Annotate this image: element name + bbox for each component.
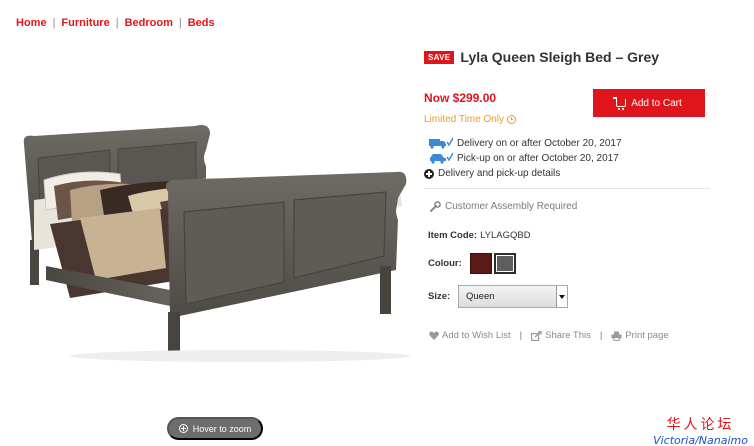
product-title: Lyla Queen Sleigh Bed – Grey <box>460 49 660 65</box>
limited-time-label: Limited Time Only <box>424 114 505 125</box>
sleigh-bed-image <box>23 125 410 362</box>
breadcrumb: Home | Furniture | Bedroom | Beds <box>16 17 215 29</box>
item-code: Item Code: LYLAGQBD <box>428 230 531 241</box>
pickup-info: Pick-up on or after October 20, 2017 <box>429 152 619 164</box>
delivery-info: Delivery on or after October 20, 2017 <box>429 137 622 149</box>
size-select-value: Queen <box>466 291 495 302</box>
watermark-cn-text: 华人论坛 <box>666 417 735 433</box>
cart-icon <box>613 97 627 110</box>
colour-swatch-grey[interactable] <box>494 253 516 274</box>
product-price: Now $299.00 <box>424 91 497 105</box>
product-title-row: SAVE Lyla Queen Sleigh Bed – Grey <box>424 49 659 65</box>
breadcrumb-furniture[interactable]: Furniture <box>61 17 109 29</box>
delivery-truck-icon <box>429 137 453 149</box>
breadcrumb-beds[interactable]: Beds <box>188 17 215 29</box>
breadcrumb-separator: | <box>178 17 182 29</box>
watermark-en-text: Victoria/Nanaimo <box>653 434 748 446</box>
watermark: 华人论坛 Victoria/Nanaimo <box>653 414 748 446</box>
limited-time-notice: Limited Time Only <box>424 114 517 125</box>
hover-to-zoom-button[interactable]: Hover to zoom <box>167 417 263 440</box>
item-code-label: Item Code: <box>428 230 478 241</box>
share-this-link[interactable]: Share This <box>531 330 591 341</box>
print-page-link[interactable]: Print page <box>611 330 669 341</box>
add-to-wish-list-link[interactable]: Add to Wish List <box>429 330 511 341</box>
breadcrumb-separator: | <box>52 17 56 29</box>
hover-to-zoom-label: Hover to zoom <box>192 423 252 434</box>
share-icon <box>531 330 542 341</box>
pickup-car-icon <box>430 152 453 164</box>
divider <box>424 188 710 189</box>
wish-list-label: Add to Wish List <box>442 330 511 341</box>
add-to-cart-label: Add to Cart <box>631 97 682 109</box>
colour-swatch-brown[interactable] <box>470 253 492 274</box>
breadcrumb-separator: | <box>115 17 119 29</box>
pickup-text: Pick-up on or after October 20, 2017 <box>457 152 619 164</box>
chevron-down-icon <box>556 286 567 307</box>
add-to-cart-button[interactable]: Add to Cart <box>593 89 705 117</box>
wrench-icon <box>430 201 441 212</box>
print-label: Print page <box>625 330 669 341</box>
delivery-text: Delivery on or after October 20, 2017 <box>457 137 622 149</box>
printer-icon <box>611 331 622 341</box>
size-label: Size: <box>428 291 451 302</box>
action-separator: | <box>599 330 603 341</box>
breadcrumb-home[interactable]: Home <box>16 17 47 29</box>
delivery-details-label: Delivery and pick-up details <box>438 168 561 179</box>
breadcrumb-bedroom[interactable]: Bedroom <box>125 17 173 29</box>
clock-icon[interactable] <box>507 115 517 124</box>
heart-icon <box>429 331 439 340</box>
share-label: Share This <box>545 330 591 341</box>
assembly-text: Customer Assembly Required <box>445 201 578 212</box>
assembly-notice: Customer Assembly Required <box>430 201 577 212</box>
zoom-icon <box>178 424 188 433</box>
size-select[interactable]: Queen <box>458 285 568 308</box>
save-badge: SAVE <box>424 50 455 64</box>
action-separator: | <box>519 330 523 341</box>
plus-circle-icon <box>424 168 434 179</box>
colour-label: Colour: <box>428 258 462 269</box>
product-image[interactable] <box>10 120 415 365</box>
delivery-details-link[interactable]: Delivery and pick-up details <box>424 168 560 179</box>
product-actions: Add to Wish List | Share This | Print pa… <box>429 330 669 341</box>
item-code-value: LYLAGQBD <box>480 230 531 241</box>
